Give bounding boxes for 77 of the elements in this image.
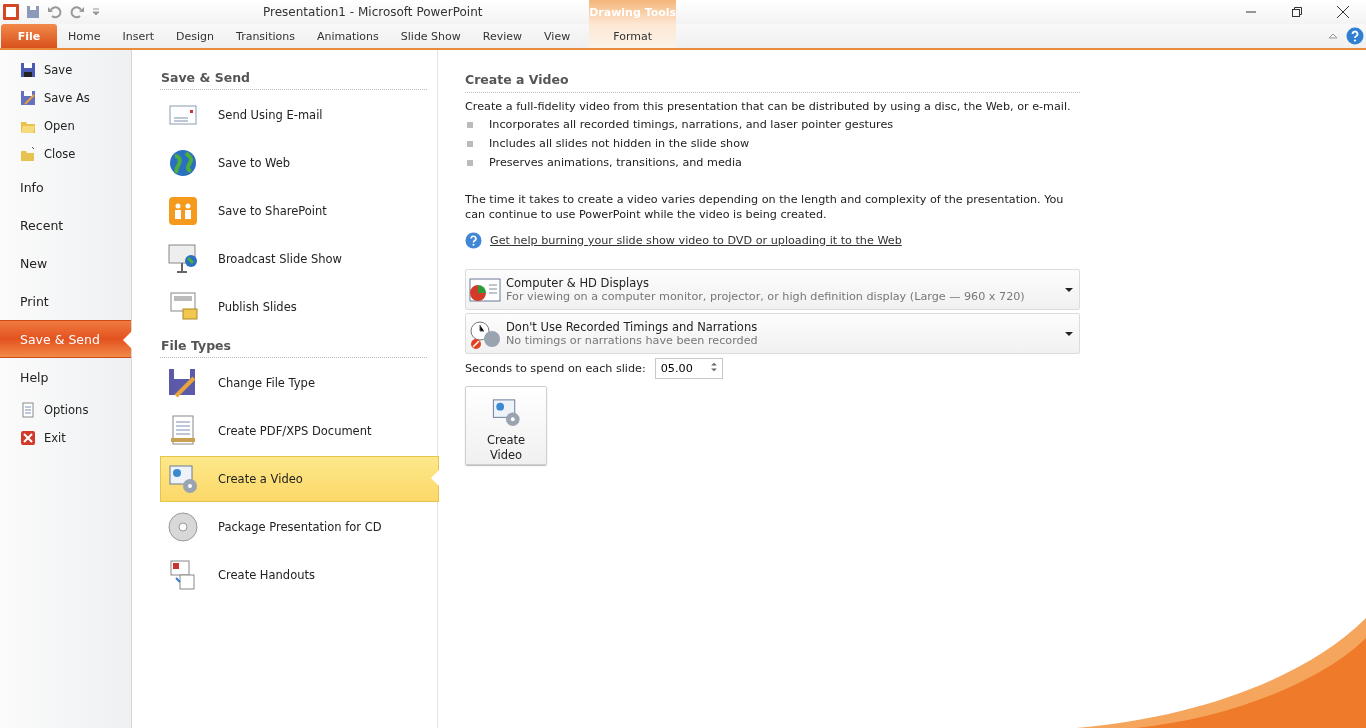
ribbon-tab[interactable]: Design xyxy=(165,24,226,48)
menu-command[interactable]: Save xyxy=(0,56,131,84)
menu-command[interactable]: Exit xyxy=(0,424,131,452)
disc-icon xyxy=(166,510,200,544)
menu-page-item[interactable]: Print xyxy=(0,282,131,320)
dropdown-title: Don't Use Recorded Timings and Narrations xyxy=(506,320,759,334)
minimize-ribbon-icon xyxy=(1328,31,1338,41)
menu-command[interactable]: Options xyxy=(0,396,131,424)
menu-command[interactable]: Close xyxy=(0,140,131,168)
dropdown[interactable]: Computer & HD Displays For viewing on a computer monitor, projector, or high definition display (Large — 960 x 720) xyxy=(465,269,1080,310)
bullet-icon xyxy=(467,140,473,147)
option-item[interactable]: Publish Slides xyxy=(160,284,439,330)
contextual-group-label: Drawing Tools xyxy=(589,6,677,21)
projector-screen-icon xyxy=(166,242,200,276)
bullet-text: Incorporates all recorded timings, narrations, and laser pointer gestures xyxy=(489,117,894,132)
option-item[interactable]: Broadcast Slide Show xyxy=(160,236,439,282)
option-item[interactable]: Create Handouts xyxy=(160,552,439,598)
intro-text: Create a full-fidelity video from this presentation that can be distributed by using a disc, the Web, or e-mail. xyxy=(465,99,1072,114)
ribbon-tab[interactable]: Format xyxy=(603,24,663,48)
app-logo-icon xyxy=(3,4,19,20)
dropdown-subtitle: For viewing on a computer monitor, projector, or high definition display (Large — 960 x 720) xyxy=(506,290,1026,303)
menu-page-item[interactable]: Info xyxy=(0,168,131,206)
save-icon xyxy=(25,4,41,20)
menu-page-item[interactable]: Save & Send xyxy=(0,320,131,358)
option-item[interactable]: Create PDF/XPS Document xyxy=(160,408,439,454)
section-heading: File Types xyxy=(160,338,427,358)
option-item[interactable]: Save to SharePoint xyxy=(160,188,439,234)
section-heading: Save & Send xyxy=(160,70,427,90)
people-icon xyxy=(166,194,200,228)
help-icon xyxy=(465,232,482,249)
close-icon xyxy=(20,430,36,446)
option-item[interactable]: Create a Video xyxy=(160,456,439,502)
menu-page-item[interactable]: New xyxy=(0,244,131,282)
bullet-text: Includes all slides not hidden in the slide show xyxy=(489,136,750,151)
close-icon xyxy=(1337,6,1349,18)
ribbon-tab[interactable]: View xyxy=(533,24,582,48)
floppy-pencil-icon xyxy=(20,90,36,106)
help-link[interactable]: Get help burning your slide show video to DVD or uploading it to the Web xyxy=(490,234,902,247)
ribbon-tab[interactable]: Slide Show xyxy=(389,24,472,48)
section-heading: Create a Video xyxy=(465,72,1080,93)
option-item[interactable]: Package Presentation for CD xyxy=(160,504,439,550)
redo-icon xyxy=(69,4,85,20)
menu-page-item[interactable]: Help xyxy=(0,358,131,396)
option-item[interactable]: Send Using E-mail xyxy=(160,92,439,138)
bullet-text: Preserves animations, transitions, and media xyxy=(489,155,742,170)
caret-icon xyxy=(1065,285,1073,294)
bullet-icon xyxy=(467,159,473,166)
caret-icon xyxy=(1065,329,1073,338)
pointer-notch-icon xyxy=(123,331,132,349)
dropdown-subtitle: No timings or narrations have been recorded xyxy=(506,334,759,347)
dropdown-title: Computer & HD Displays xyxy=(506,276,650,290)
spin-arrows-icon xyxy=(708,362,719,372)
customize-caret-icon xyxy=(91,7,101,17)
menu-command[interactable]: Open xyxy=(0,112,131,140)
option-item[interactable]: Change File Type xyxy=(160,360,439,406)
ribbon-tab[interactable]: Review xyxy=(471,24,534,48)
note-text: The time it takes to create a video varies depending on the length and complexity of the presentation. You can continue to use PowerPoint while the video is being created. xyxy=(465,192,1065,222)
ribbon-tab[interactable]: Insert xyxy=(111,24,166,48)
folder-icon xyxy=(20,146,36,162)
seconds-label: Seconds to spend on each slide: xyxy=(465,361,646,376)
menu-command[interactable]: Save As xyxy=(0,84,131,112)
video-slide-icon xyxy=(166,462,200,496)
ribbon-tab[interactable]: Home xyxy=(57,24,112,48)
restore-icon xyxy=(1292,7,1302,17)
pointer-notch-icon xyxy=(431,470,439,486)
window-title: Presentation1 - Microsoft PowerPoint xyxy=(263,5,483,19)
help-icon xyxy=(1346,27,1364,45)
document-icon xyxy=(20,402,36,418)
create-video-button[interactable]: Create Video xyxy=(465,386,547,465)
dropdown[interactable]: Don't Use Recorded Timings and Narrations No timings or narrations have been recorded xyxy=(465,313,1080,354)
seconds-field[interactable]: 05.00 xyxy=(654,358,723,379)
ribbon-tab[interactable]: Transitions xyxy=(225,24,306,48)
menu-page-item[interactable]: Recent xyxy=(0,206,131,244)
ribbon-tab[interactable]: Animations xyxy=(305,24,390,48)
bullet-icon xyxy=(467,121,473,128)
option-item[interactable]: Save to Web xyxy=(160,140,439,186)
undo-icon xyxy=(47,4,63,20)
